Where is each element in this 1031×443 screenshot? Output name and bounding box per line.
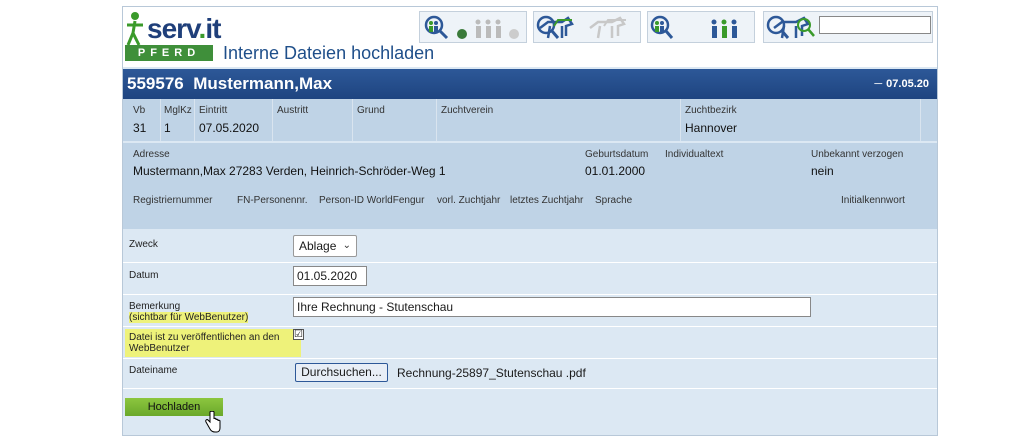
address-info-row: Adresse Mustermann,Max 27283 Verden, Hei…: [123, 143, 937, 189]
sprache-label: Sprache: [595, 195, 633, 206]
zweck-select[interactable]: Ablage ⌄: [293, 235, 357, 257]
person-group-icon[interactable]: [647, 11, 755, 43]
datum-row: Datum: [123, 263, 937, 295]
zuchtbezirk-label: Zuchtbezirk: [685, 105, 737, 116]
logo-wordmark: serv.it: [147, 13, 221, 44]
horses-icon[interactable]: [533, 11, 641, 43]
austritt-label: Austritt: [277, 105, 309, 116]
individualtext-label: Individualtext: [665, 149, 724, 160]
eintritt-label: Eintritt: [199, 105, 228, 116]
record-title: 559576 Mustermann,Max: [127, 74, 333, 93]
publish-label: Datei ist zu veröffentlichen an den WebBe…: [125, 329, 302, 357]
mglkz-value: 1: [164, 121, 171, 135]
publish-checkbox[interactable]: ☑: [293, 329, 304, 340]
adresse-value: Mustermann,Max 27283 Verden, Heinrich-Sc…: [133, 164, 446, 178]
hand-cursor-icon: [205, 411, 221, 433]
dateiname-label: Dateiname: [129, 365, 178, 376]
mglkz-label: MglKz: [164, 105, 192, 116]
browse-button[interactable]: Durchsuchen...: [295, 363, 388, 382]
zweck-label: Zweck: [129, 239, 158, 250]
grund-label: Grund: [357, 105, 385, 116]
worldfengur-id-label: Person-ID WorldFengur: [319, 195, 425, 206]
logo-figure-icon: [126, 12, 143, 46]
servit-logo: serv.it: [125, 11, 221, 49]
adresse-label: Adresse: [133, 149, 170, 160]
unbekannt-verzogen-value: nein: [811, 164, 834, 178]
datum-label: Datum: [129, 270, 159, 281]
fn-personennr-label: FN-Personennr.: [237, 195, 308, 206]
top-bar: serv.it PFERD Interne Dateien hochladen: [123, 7, 937, 67]
geburtsdatum-value: 01.01.2000: [585, 164, 646, 178]
letztes-zuchtjahr-label: letztes Zuchtjahr: [510, 195, 584, 206]
quick-search-input[interactable]: [819, 16, 931, 34]
datum-input[interactable]: 01.05.2020: [293, 266, 367, 286]
geburtsdatum-label: Geburtsdatum: [585, 149, 649, 160]
module-badge: PFERD: [125, 45, 213, 61]
zweck-row: Zweck: [123, 231, 937, 263]
chevron-down-icon: ⌄: [342, 240, 351, 251]
eintritt-value: 07.05.2020: [199, 121, 260, 135]
bemerkung-input[interactable]: Ihre Rechnung - Stutenschau: [293, 297, 811, 317]
membership-info-row: Vb MglKz Eintritt Austritt Grund Zuchtve…: [123, 99, 937, 141]
bemerkung-label: Bemerkung (sichtbar für WebBenutzer): [129, 301, 249, 323]
arrow-icon: ─: [874, 78, 883, 90]
page-title: Interne Dateien hochladen: [223, 43, 435, 63]
record-date: ─ 07.05.20: [874, 78, 929, 90]
publish-row: Datei ist zu veröffentlichen an den WebBe…: [123, 327, 937, 359]
selected-file-name: Rechnung-25897_Stutenschau .pdf: [397, 366, 586, 380]
vorl-zuchtjahr-label: vorl. Zuchtjahr: [437, 195, 501, 206]
app-frame: serv.it PFERD Interne Dateien hochladen: [122, 6, 938, 436]
persons-search-icon[interactable]: [419, 11, 527, 43]
zuchtverein-label: Zuchtverein: [441, 105, 494, 116]
vb-value: 31: [133, 121, 147, 135]
registriernummer-label: Registriernummer: [133, 195, 213, 206]
unbekannt-verzogen-label: Unbekannt verzogen: [811, 149, 904, 160]
bemerkung-hint: (sichtbar für WebBenutzer): [129, 312, 249, 323]
initialkennwort-label: Initialkennwort: [841, 195, 905, 206]
zuchtbezirk-value: Hannover: [685, 121, 738, 135]
registry-info-row: Registriernummer FN-Personennr. Person-I…: [123, 189, 937, 229]
record-header: 559576 Mustermann,Max ─ 07.05.20: [123, 69, 937, 99]
vb-label: Vb: [133, 105, 146, 116]
